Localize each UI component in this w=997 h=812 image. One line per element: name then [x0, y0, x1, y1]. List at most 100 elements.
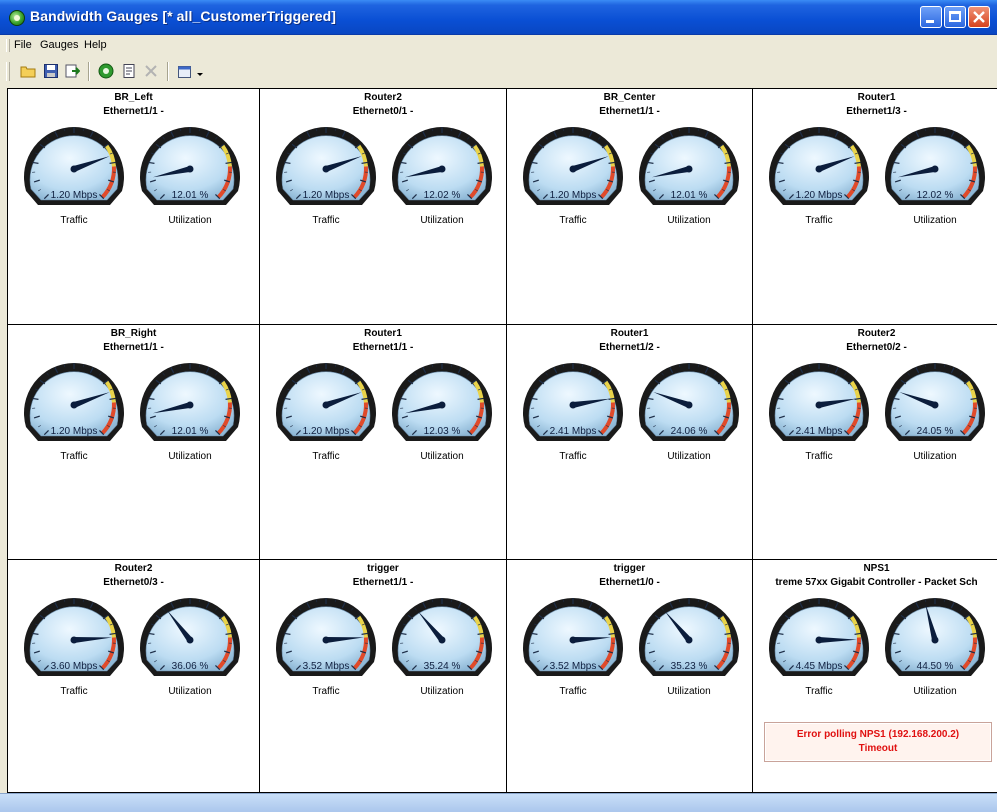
device-name: Router1 [857, 92, 896, 103]
gauge-panel[interactable]: Router1 Ethernet1/1 - 1.20 Mbps Traffic 12.0… [260, 325, 506, 559]
traffic-gauge: 3.52 Mbps Traffic [272, 590, 380, 697]
device-name: trigger [367, 563, 399, 574]
utilization-gauge: 12.01 % Utilization [136, 119, 244, 226]
interface-name: Ethernet1/1 - [599, 106, 660, 117]
traffic-label: Traffic [60, 451, 88, 462]
utilization-value: 24.06 % [670, 426, 708, 437]
traffic-gauge: 3.60 Mbps Traffic [20, 590, 128, 697]
gauge-panel[interactable]: BR_Right Ethernet1/1 - 1.20 Mbps Traffic 12.… [8, 325, 259, 559]
utilization-value: 35.23 % [670, 661, 708, 672]
utilization-gauge: 12.02 % Utilization [881, 119, 989, 226]
status-bar [0, 793, 997, 812]
minimize-button[interactable] [920, 6, 942, 28]
traffic-value: 1.20 Mbps [302, 190, 350, 201]
gauge-panel[interactable]: NPS1 treme 57xx Gigabit Controller - Pack… [753, 560, 997, 792]
traffic-value: 4.45 Mbps [795, 661, 843, 672]
close-button[interactable] [968, 6, 990, 28]
utilization-label: Utilization [667, 215, 711, 226]
utilization-value: 44.50 % [916, 661, 954, 672]
device-name: Router1 [364, 328, 402, 339]
utilization-label: Utilization [667, 686, 711, 697]
utilization-gauge: 35.24 % Utilization [388, 590, 496, 697]
tile-icon[interactable] [177, 63, 193, 79]
interface-name: Ethernet1/1 - [352, 342, 414, 353]
properties-icon[interactable] [121, 63, 137, 79]
delete-icon[interactable] [143, 63, 159, 79]
toolbar [0, 56, 997, 86]
utilization-label: Utilization [168, 215, 212, 226]
utilization-gauge: 12.02 % Utilization [388, 119, 496, 226]
traffic-value: 3.60 Mbps [50, 661, 98, 672]
interface-name: Ethernet1/0 - [599, 577, 660, 588]
maximize-button[interactable] [944, 6, 966, 28]
utilization-label: Utilization [667, 451, 711, 462]
app-gauge-icon [9, 10, 25, 26]
interface-name: Ethernet1/1 - [103, 342, 164, 353]
gauge-panel[interactable]: trigger Ethernet1/1 - 3.52 Mbps Traffic 35.2… [260, 560, 506, 792]
gauge-panel[interactable]: BR_Center Ethernet1/1 - 1.20 Mbps Traffic 12… [507, 89, 752, 324]
utilization-label: Utilization [168, 451, 212, 462]
utilization-gauge: 24.05 % Utilization [881, 355, 989, 462]
toolbar-grip [6, 62, 10, 81]
utilization-gauge: 12.01 % Utilization [136, 355, 244, 462]
traffic-value: 1.20 Mbps [50, 426, 98, 437]
gauge-panel[interactable]: Router2 Ethernet0/1 - 1.20 Mbps Traffic 12.0… [260, 89, 506, 324]
traffic-value: 1.20 Mbps [549, 190, 597, 201]
utilization-gauge: 35.23 % Utilization [635, 590, 743, 697]
error-message-box: Error polling NPS1 (192.168.200.2) Timeou… [764, 722, 992, 762]
gauge-panel[interactable]: trigger Ethernet1/0 - 3.52 Mbps Traffic 35.2… [507, 560, 752, 792]
utilization-gauge: 12.01 % Utilization [635, 119, 743, 226]
utilization-value: 12.01 % [171, 426, 209, 437]
utilization-label: Utilization [420, 686, 464, 697]
traffic-value: 1.20 Mbps [795, 190, 843, 201]
menu-file[interactable]: File [14, 39, 32, 51]
device-name: NPS1 [863, 563, 890, 574]
gauge-panel[interactable]: Router2 Ethernet0/2 - 2.41 Mbps Traffic 24.0… [753, 325, 997, 559]
utilization-value: 12.02 % [423, 190, 461, 201]
gauge-panel[interactable]: Router1 Ethernet1/3 - 1.20 Mbps Traffic 12.0… [753, 89, 997, 324]
traffic-value: 2.41 Mbps [549, 426, 597, 437]
interface-name: Ethernet0/1 - [352, 106, 414, 117]
error-message: Error polling NPS1 (192.168.200.2) [796, 729, 960, 740]
utilization-label: Utilization [913, 215, 957, 226]
interface-name: Ethernet1/3 - [846, 106, 907, 117]
traffic-label: Traffic [60, 686, 88, 697]
utilization-gauge: 24.06 % Utilization [635, 355, 743, 462]
menu-bar: File Gauges Help [0, 35, 997, 55]
chevron-down-icon[interactable] [196, 63, 212, 79]
traffic-gauge: 2.41 Mbps Traffic [519, 355, 627, 462]
menu-gauges[interactable]: Gauges [40, 39, 79, 51]
gauge-panel[interactable]: Router2 Ethernet0/3 - 3.60 Mbps Traffic 36.0… [8, 560, 259, 792]
device-name: Router2 [114, 563, 153, 574]
utilization-value: 12.01 % [670, 190, 708, 201]
traffic-gauge: 1.20 Mbps Traffic [519, 119, 627, 226]
gauge-panel[interactable]: Router1 Ethernet1/2 - 2.41 Mbps Traffic 24.0… [507, 325, 752, 559]
app-window: Bandwidth Gauges [* all_CustomerTriggere… [0, 0, 997, 812]
device-name: BR_Right [110, 328, 157, 339]
utilization-label: Utilization [913, 686, 957, 697]
traffic-gauge: 4.45 Mbps Traffic [765, 590, 873, 697]
close-icon [973, 11, 985, 23]
utilization-value: 12.03 % [423, 426, 461, 437]
traffic-gauge: 1.20 Mbps Traffic [765, 119, 873, 226]
error-detail: Timeout [858, 743, 898, 754]
interface-name: Ethernet1/1 - [103, 106, 164, 117]
traffic-label: Traffic [805, 215, 833, 226]
utilization-label: Utilization [420, 451, 464, 462]
title-bar[interactable]: Bandwidth Gauges [* all_CustomerTriggere… [0, 0, 997, 35]
refresh-icon[interactable] [98, 63, 114, 79]
menu-help[interactable]: Help [84, 39, 107, 51]
toolbar-separator [167, 62, 169, 81]
open-folder-icon[interactable] [20, 63, 36, 79]
device-name: BR_Center [603, 92, 656, 103]
traffic-value: 2.41 Mbps [795, 426, 843, 437]
traffic-label: Traffic [559, 686, 587, 697]
utilization-value: 12.02 % [916, 190, 954, 201]
traffic-label: Traffic [805, 451, 833, 462]
device-name: Router2 [364, 92, 402, 103]
traffic-label: Traffic [312, 451, 340, 462]
gauge-grid: BR_Left Ethernet1/1 - 1.20 Mbps Traffic 12.0… [7, 88, 997, 793]
gauge-panel[interactable]: BR_Left Ethernet1/1 - 1.20 Mbps Traffic 12.0… [8, 89, 259, 324]
import-icon[interactable] [64, 63, 80, 79]
save-icon[interactable] [43, 63, 59, 79]
